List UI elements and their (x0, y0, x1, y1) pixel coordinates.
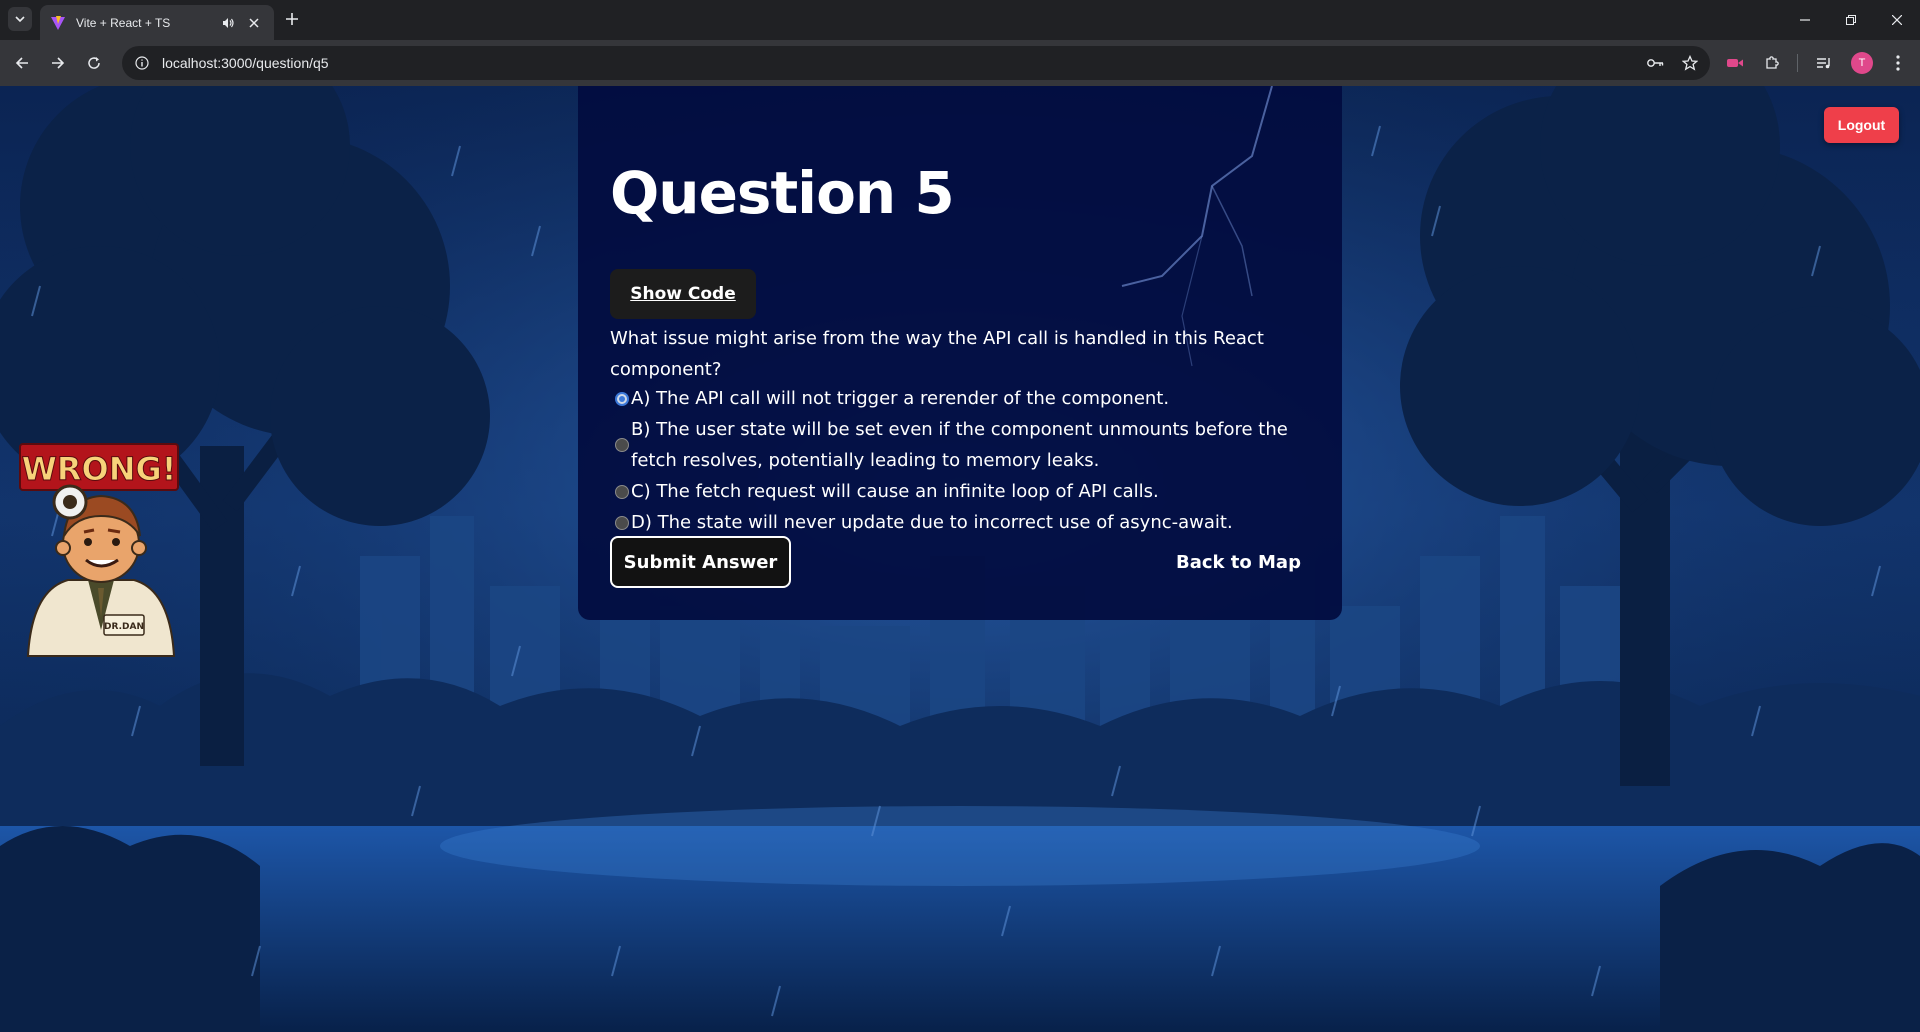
answer-options: A) The API call will not trigger a reren… (610, 383, 1310, 538)
option-label: D) The state will never update due to in… (631, 512, 1233, 533)
url-text[interactable]: localhost:3000/question/q5 (162, 55, 1642, 71)
radio-button[interactable] (615, 391, 629, 406)
tab-title: Vite + React + TS (76, 15, 171, 30)
minimize-icon (1800, 19, 1810, 21)
radio-button[interactable] (615, 515, 629, 530)
reload-button[interactable] (82, 51, 106, 75)
logout-button[interactable]: Logout (1824, 107, 1899, 143)
forward-button[interactable] (46, 51, 70, 75)
chevron-down-icon (15, 16, 25, 23)
answer-option-a[interactable]: A) The API call will not trigger a reren… (610, 383, 1310, 414)
back-button[interactable] (10, 51, 34, 75)
option-label: C) The fetch request will cause an infin… (631, 481, 1159, 502)
answer-option-d[interactable]: D) The state will never update due to in… (610, 507, 1310, 538)
question-text: What issue might arise from the way the … (610, 328, 1264, 380)
bookmark-star-icon[interactable] (1676, 49, 1704, 77)
dr-dan-mascot: WRONG! DR.DAN (19, 443, 179, 657)
radio-button[interactable] (615, 438, 629, 452)
media-queue-icon[interactable] (1812, 51, 1836, 75)
close-window-button[interactable] (1874, 0, 1920, 40)
arrow-left-icon (15, 57, 28, 69)
address-bar[interactable]: localhost:3000/question/q5 (122, 46, 1710, 80)
name-badge-text: DR.DAN (104, 622, 144, 632)
option-label: A) The API call will not trigger a reren… (631, 388, 1170, 409)
window-controls (1782, 0, 1920, 40)
browser-menu-icon[interactable] (1886, 51, 1910, 75)
wrong-sign-text: WRONG! (22, 450, 177, 488)
answer-option-c[interactable]: C) The fetch request will cause an infin… (610, 476, 1310, 507)
restore-icon (1846, 15, 1856, 25)
browser-tab-active[interactable]: Vite + React + TS (40, 5, 274, 40)
site-info-icon[interactable] (132, 53, 152, 73)
speaker-icon[interactable] (218, 13, 238, 33)
question-card: Question 5 Show Code What issue might ar… (578, 86, 1342, 620)
option-label: B) The user state will be set even if th… (631, 419, 1288, 471)
tab-strip: Vite + React + TS (0, 0, 1920, 40)
answer-option-b[interactable]: B) The user state will be set even if th… (610, 414, 1310, 476)
minimize-button[interactable] (1782, 0, 1828, 40)
back-to-map-link[interactable]: Back to Map (1176, 552, 1301, 573)
restore-button[interactable] (1828, 0, 1874, 40)
vite-logo-icon (51, 15, 65, 30)
submit-answer-button[interactable]: Submit Answer (610, 536, 791, 588)
extensions-puzzle-icon[interactable] (1760, 51, 1784, 75)
tab-search-button[interactable] (8, 7, 32, 31)
radio-button[interactable] (615, 484, 629, 499)
page-viewport: Question 5 Show Code What issue might ar… (0, 86, 1920, 1032)
record-extension-icon[interactable] (1723, 51, 1747, 75)
arrow-right-icon (52, 57, 65, 69)
show-code-button[interactable]: Show Code (610, 269, 756, 319)
reload-icon (88, 57, 100, 69)
profile-avatar[interactable]: T (1851, 52, 1873, 74)
browser-toolbar: localhost:3000/question/q5 (0, 40, 1920, 86)
key-icon[interactable] (1642, 49, 1670, 77)
question-title: Question 5 (610, 159, 955, 227)
new-tab-button[interactable] (281, 8, 303, 30)
plus-icon (286, 13, 298, 25)
close-tab-icon[interactable] (244, 13, 264, 33)
close-icon (1892, 15, 1902, 25)
toolbar-divider (1797, 54, 1798, 72)
